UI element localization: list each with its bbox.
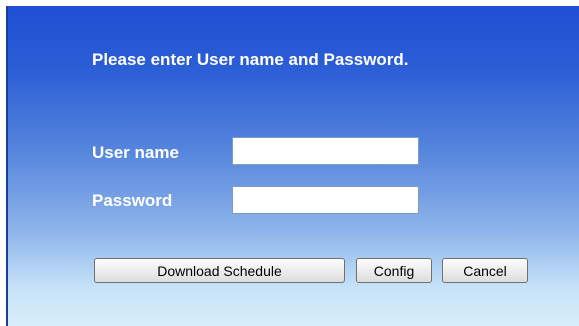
- cancel-button[interactable]: Cancel: [442, 258, 528, 283]
- password-input[interactable]: [232, 186, 419, 214]
- username-label: User name: [92, 143, 179, 162]
- config-button[interactable]: Config: [356, 258, 432, 283]
- username-input[interactable]: [232, 137, 419, 165]
- login-panel: Please enter User name and Password. Use…: [6, 6, 579, 326]
- download-schedule-button[interactable]: Download Schedule: [94, 258, 345, 283]
- login-prompt: Please enter User name and Password.: [92, 50, 409, 69]
- password-label: Password: [92, 191, 173, 210]
